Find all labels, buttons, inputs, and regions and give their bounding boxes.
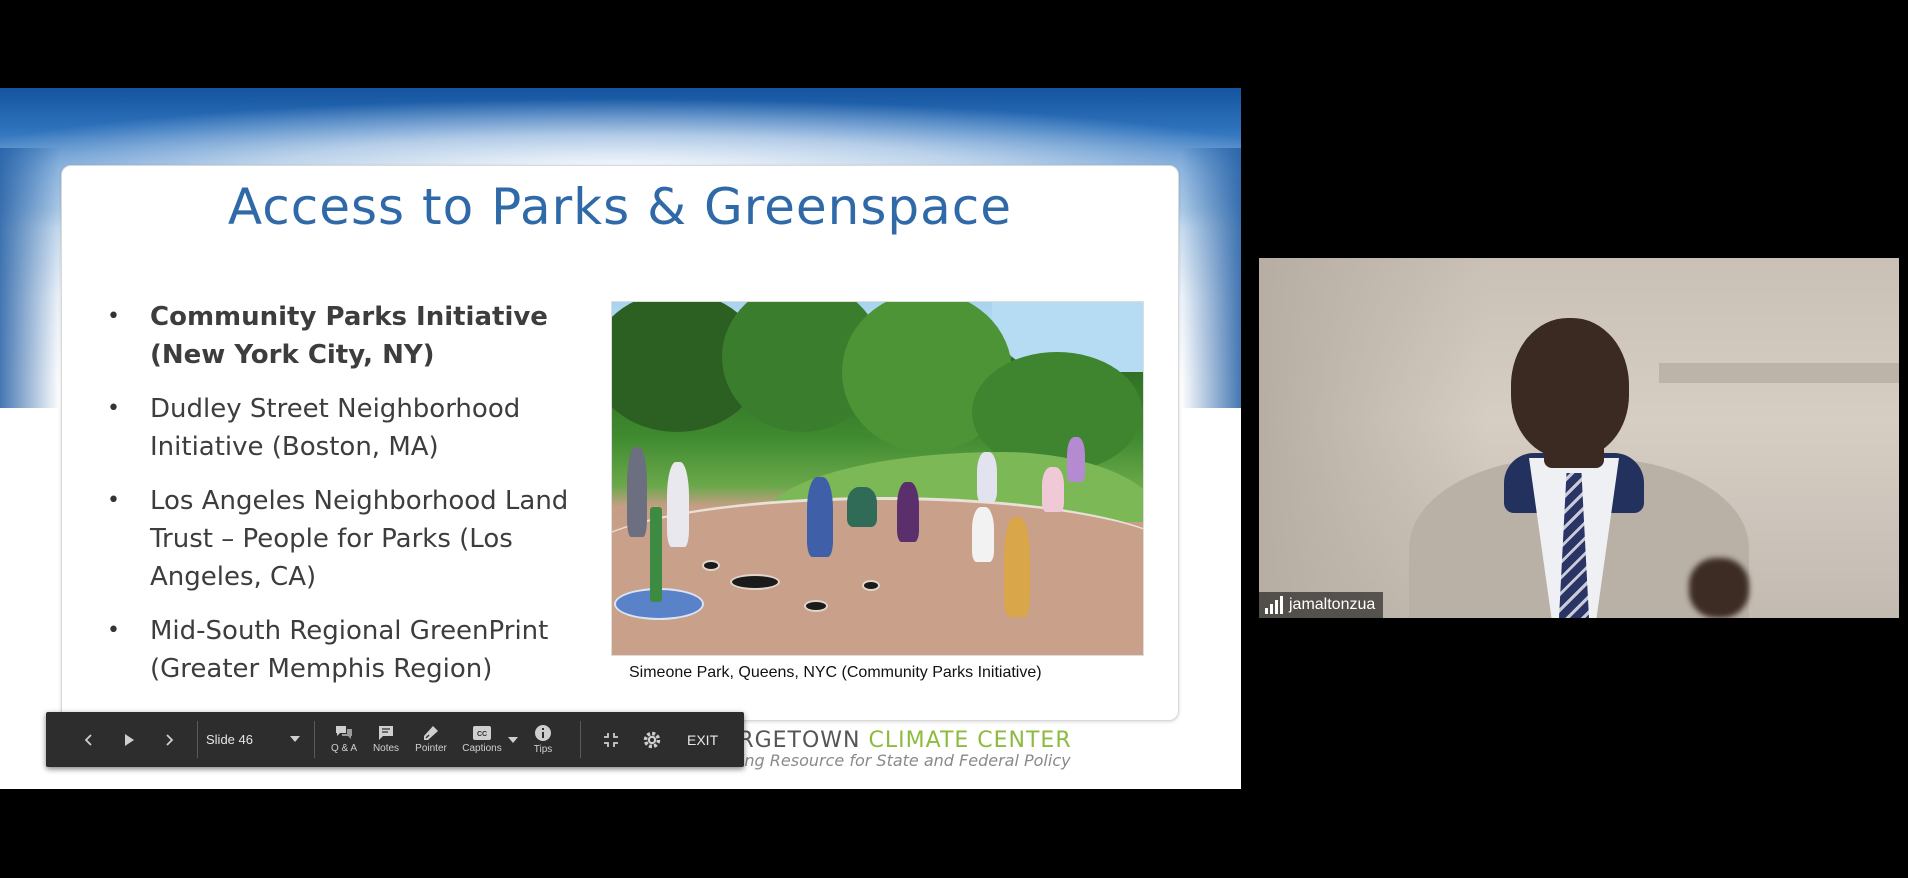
participant-name-tag: jamaltonzua: [1259, 592, 1384, 618]
bullet-item: • Dudley Street Neighborhood Initiative …: [107, 390, 587, 466]
chevron-down-icon: [290, 736, 300, 742]
exit-fullscreen-button[interactable]: [596, 712, 626, 767]
photo-child: [807, 477, 833, 557]
tips-button[interactable]: Tips: [528, 712, 558, 767]
video-participant-hand: [1689, 558, 1749, 618]
info-icon: [535, 725, 551, 741]
chevron-down-icon: [508, 736, 518, 743]
bullet-list: • Community Parks Initiative (New York C…: [107, 298, 587, 704]
photo-child: [667, 462, 689, 547]
bullet-item: • Mid-South Regional GreenPrint (Greater…: [107, 612, 587, 688]
signal-strength-icon: [1265, 596, 1283, 614]
photo-child: [847, 487, 877, 527]
chevron-left-icon: [84, 733, 92, 746]
slide-background-edge: [0, 148, 60, 408]
captions-options-dropdown[interactable]: [506, 712, 520, 767]
video-participant-head: [1511, 318, 1629, 458]
logo-name-climate: CLIMATE CENTER: [868, 728, 1072, 753]
photo-green-pole: [650, 507, 662, 602]
video-background-shelf: [1659, 363, 1899, 383]
logo-tagline: ading Resource for State and Federal Pol…: [720, 751, 1071, 770]
chevron-right-icon: [166, 733, 174, 746]
bullet-glyph: •: [107, 618, 120, 643]
photo-child: [977, 452, 997, 502]
bullet-text: Dudley Street Neighborhood Initiative (B…: [150, 394, 521, 462]
slide-selector-dropdown[interactable]: Slide 46: [206, 712, 306, 767]
bullet-text: Los Angeles Neighborhood Land Trust – Pe…: [150, 486, 569, 592]
captions-button[interactable]: CC Captions: [460, 712, 504, 767]
presentation-slide: Access to Parks & Greenspace • Community…: [0, 88, 1241, 789]
photo-child: [627, 447, 647, 537]
photo-splash-pad: [612, 497, 1143, 655]
photo-child: [1067, 437, 1085, 482]
bullet-text: Community Parks Initiative (New York Cit…: [150, 302, 548, 370]
tips-label: Tips: [533, 744, 553, 755]
pointer-label: Pointer: [415, 743, 447, 754]
laser-pointer-icon: [424, 726, 438, 740]
exit-button[interactable]: EXIT: [687, 712, 718, 767]
bullet-glyph: •: [107, 488, 120, 513]
photo-child: [1042, 467, 1064, 512]
slide-number-label: Slide 46: [206, 732, 253, 747]
chat-bubbles-icon: [336, 726, 352, 739]
bullet-text: Mid-South Regional GreenPrint (Greater M…: [150, 616, 549, 684]
previous-slide-button[interactable]: [74, 712, 104, 767]
slide-background-edge: [1181, 148, 1241, 408]
play-button[interactable]: [114, 712, 144, 767]
toolbar-divider: [580, 721, 581, 758]
settings-button[interactable]: [637, 712, 667, 767]
qa-label: Q & A: [330, 743, 358, 754]
participant-video-tile[interactable]: jamaltonzua: [1259, 258, 1899, 618]
participant-name: jamaltonzua: [1289, 596, 1376, 613]
photo-drain: [730, 574, 780, 590]
photo-child: [1004, 517, 1030, 617]
photo-drain: [862, 580, 880, 591]
notes-button[interactable]: Notes: [369, 712, 403, 767]
presenter-toolbar: Slide 46 Q & A Notes Pointer CC Captions…: [46, 712, 744, 767]
pointer-button[interactable]: Pointer: [412, 712, 450, 767]
notes-label: Notes: [372, 743, 400, 754]
play-icon: [125, 733, 134, 746]
gear-icon: [643, 731, 661, 748]
georgetown-climate-center-logo: ORGETOWN CLIMATE CENTER ading Resource f…: [720, 728, 1140, 770]
park-photo: [611, 301, 1144, 656]
photo-drain: [804, 600, 828, 612]
photo-drain: [702, 560, 720, 571]
toolbar-divider: [314, 721, 315, 758]
bullet-item: • Los Angeles Neighborhood Land Trust – …: [107, 482, 587, 596]
notes-icon: [379, 726, 393, 740]
toolbar-divider: [197, 721, 198, 758]
photo-caption: Simeone Park, Queens, NYC (Community Par…: [629, 664, 1042, 681]
exit-fullscreen-icon: [604, 732, 618, 747]
logo-name: ORGETOWN CLIMATE CENTER: [720, 728, 1140, 753]
closed-captions-icon: CC: [473, 726, 491, 740]
next-slide-button[interactable]: [154, 712, 184, 767]
bullet-glyph: •: [107, 396, 120, 421]
slide-title: Access to Parks & Greenspace: [227, 178, 1013, 236]
captions-label: Captions: [462, 743, 502, 754]
photo-child: [897, 482, 919, 542]
bullet-item: • Community Parks Initiative (New York C…: [107, 298, 587, 374]
photo-child: [972, 507, 994, 562]
qa-button[interactable]: Q & A: [328, 712, 360, 767]
bullet-glyph: •: [107, 304, 120, 329]
slide-content-card: Access to Parks & Greenspace • Community…: [61, 165, 1179, 721]
svg-text:CC: CC: [477, 731, 487, 738]
